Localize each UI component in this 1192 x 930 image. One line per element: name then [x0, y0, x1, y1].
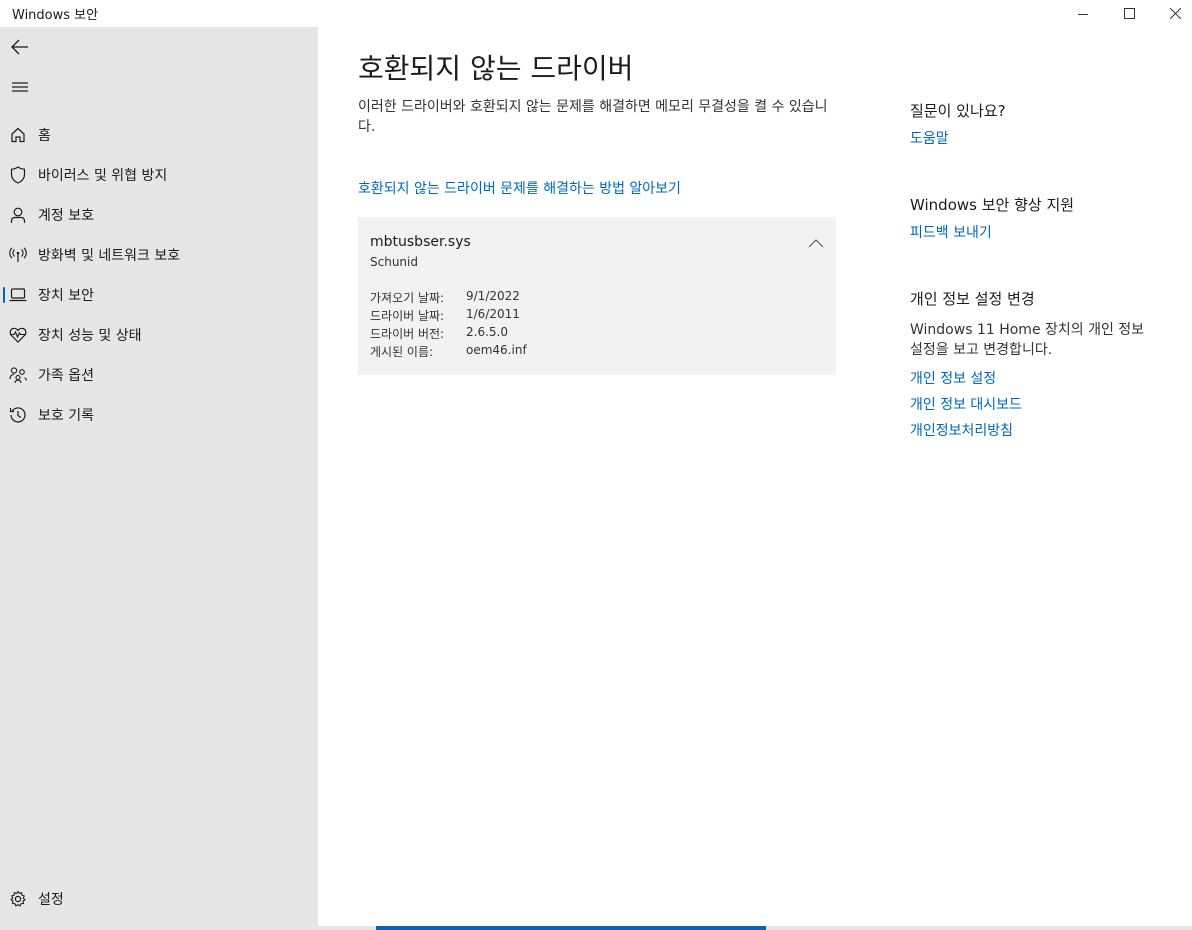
home-icon [0, 115, 36, 155]
gear-icon [0, 879, 36, 919]
title-bar: Windows 보안 [0, 0, 1192, 27]
page-description: 이러한 드라이버와 호환되지 않는 문제를 해결하면 메모리 무결성을 켤 수 … [358, 99, 828, 135]
detail-key: 드라이버 날짜: [370, 309, 445, 323]
back-button[interactable] [0, 27, 40, 67]
person-icon [0, 195, 36, 235]
sidebar-item-protection-history[interactable]: 보호 기록 [0, 395, 318, 435]
sidebar-item-family-options[interactable]: 가족 옵션 [0, 355, 318, 395]
driver-detail-row: 드라이버 버전: 2.6.5.0 [370, 325, 508, 342]
detail-value: 1/6/2011 [466, 307, 520, 321]
driver-card[interactable]: mbtusbser.sys Schunid 가져오기 날짜: 9/1/2022 … [358, 217, 836, 375]
sidebar-item-label: 방화벽 및 네트워크 보호 [38, 248, 181, 264]
sidebar-item-label: 보호 기록 [38, 408, 94, 424]
history-icon [0, 395, 36, 435]
privacy-description: Windows 11 Home 장치의 개인 정보 설정을 보고 변경합니다. [910, 322, 1145, 358]
collapse-button[interactable] [804, 231, 828, 255]
sidebar-item-settings[interactable]: 설정 [0, 879, 318, 919]
sidebar-item-device-performance[interactable]: 장치 성능 및 상태 [0, 315, 318, 355]
maximize-button[interactable] [1106, 0, 1152, 27]
main-content: 호환되지 않는 드라이버 이러한 드라이버와 호환되지 않는 문제를 해결하면 … [318, 27, 1192, 926]
close-icon [1169, 8, 1181, 19]
back-arrow-icon [11, 39, 28, 55]
taskbar-accent [376, 926, 766, 930]
page-title: 호환되지 않는 드라이버 [358, 52, 634, 85]
sidebar-item-label: 설정 [38, 892, 64, 908]
heart-pulse-icon [0, 315, 36, 355]
sidebar-item-label: 계정 보호 [38, 208, 94, 224]
detail-value: 2.6.5.0 [466, 325, 508, 339]
window-title: Windows 보안 [12, 8, 99, 23]
sidebar-item-firewall[interactable]: 방화벽 및 네트워크 보호 [0, 235, 318, 275]
laptop-icon [0, 275, 36, 315]
driver-detail-row: 가져오기 날짜: 9/1/2022 [370, 289, 520, 306]
question-heading: 질문이 있나요? [910, 102, 1006, 120]
detail-key: 게시된 이름: [370, 345, 434, 359]
selection-indicator [3, 287, 5, 303]
feedback-link[interactable]: 피드백 보내기 [910, 222, 992, 242]
privacy-heading: 개인 정보 설정 변경 [910, 290, 1035, 308]
sidebar-item-label: 가족 옵션 [38, 368, 94, 384]
driver-name: mbtusbser.sys [370, 234, 471, 250]
minimize-icon [1078, 13, 1088, 15]
chevron-up-icon [808, 238, 824, 247]
driver-vendor: Schunid [370, 255, 418, 269]
minimize-button[interactable] [1060, 0, 1106, 27]
shield-icon [0, 155, 36, 195]
maximize-icon [1123, 8, 1135, 19]
antenna-icon [0, 235, 36, 275]
sidebar-item-home[interactable]: 홈 [0, 115, 318, 155]
learn-more-link[interactable]: 호환되지 않는 드라이버 문제를 해결하는 방법 알아보기 [358, 178, 681, 198]
sidebar-item-device-security[interactable]: 장치 보안 [0, 275, 318, 315]
detail-value: 9/1/2022 [466, 289, 520, 303]
improve-heading: Windows 보안 향상 지원 [910, 196, 1075, 214]
detail-key: 드라이버 버전: [370, 327, 445, 341]
driver-detail-row: 게시된 이름: oem46.inf [370, 343, 527, 360]
sidebar-item-label: 장치 성능 및 상태 [38, 328, 142, 344]
sidebar-item-label: 바이러스 및 위협 방지 [38, 168, 168, 184]
driver-detail-row: 드라이버 날짜: 1/6/2011 [370, 307, 520, 324]
menu-button[interactable] [0, 67, 40, 107]
sidebar-item-account-protection[interactable]: 계정 보호 [0, 195, 318, 235]
family-icon [0, 355, 36, 395]
sidebar-item-virus-protection[interactable]: 바이러스 및 위협 방지 [0, 155, 318, 195]
detail-key: 가져오기 날짜: [370, 291, 445, 305]
sidebar-item-label: 홈 [38, 128, 51, 144]
help-link[interactable]: 도움말 [910, 128, 949, 148]
privacy-dashboard-link[interactable]: 개인 정보 대시보드 [910, 394, 1022, 414]
close-button[interactable] [1152, 0, 1192, 27]
hamburger-icon [12, 82, 28, 92]
detail-value: oem46.inf [466, 343, 527, 357]
sidebar: 홈 바이러스 및 위협 방지 계정 보호 방화벽 및 네트워크 보호 장치 보안… [0, 27, 318, 926]
sidebar-item-label: 장치 보안 [38, 288, 94, 304]
privacy-statement-link[interactable]: 개인정보처리방침 [910, 420, 1013, 440]
privacy-settings-link[interactable]: 개인 정보 설정 [910, 368, 996, 388]
